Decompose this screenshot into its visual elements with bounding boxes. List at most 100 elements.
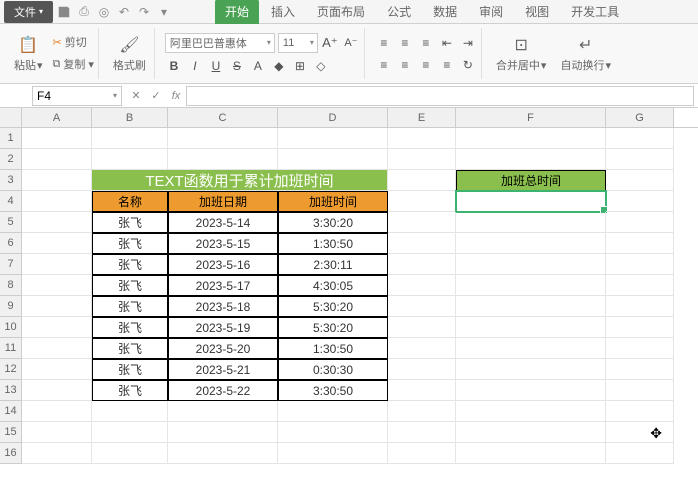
cell[interactable]: [168, 149, 278, 170]
cell[interactable]: [606, 359, 674, 380]
cell[interactable]: [278, 422, 388, 443]
col-header[interactable]: D: [278, 108, 388, 127]
cell[interactable]: [456, 254, 606, 275]
row-header[interactable]: 16: [0, 443, 22, 464]
preview-icon[interactable]: ◎: [95, 3, 113, 21]
cell[interactable]: 3:30:50: [278, 380, 388, 401]
select-all-corner[interactable]: [0, 108, 22, 127]
cell[interactable]: [388, 170, 456, 191]
cell[interactable]: [22, 296, 92, 317]
cell[interactable]: [606, 443, 674, 464]
tab-data[interactable]: 数据: [423, 0, 467, 24]
row-header[interactable]: 14: [0, 401, 22, 422]
cell[interactable]: [92, 149, 168, 170]
cell[interactable]: [22, 254, 92, 275]
row-header[interactable]: 6: [0, 233, 22, 254]
cell[interactable]: 2023-5-14: [168, 212, 278, 233]
align-top-icon[interactable]: ≡: [375, 34, 393, 52]
row-header[interactable]: 5: [0, 212, 22, 233]
cell[interactable]: 1:30:50: [278, 233, 388, 254]
cell[interactable]: [22, 149, 92, 170]
cell[interactable]: 2023-5-17: [168, 275, 278, 296]
cell[interactable]: 加班日期: [168, 191, 278, 212]
cell[interactable]: [22, 275, 92, 296]
cell[interactable]: [168, 443, 278, 464]
print-icon[interactable]: ⎙: [75, 3, 93, 21]
cell[interactable]: [388, 254, 456, 275]
cell[interactable]: 张飞: [92, 254, 168, 275]
cell[interactable]: [456, 275, 606, 296]
cell[interactable]: [456, 212, 606, 233]
underline-button[interactable]: U: [207, 57, 225, 75]
cell[interactable]: [388, 233, 456, 254]
cell[interactable]: [22, 233, 92, 254]
cell[interactable]: [606, 296, 674, 317]
cell[interactable]: [388, 443, 456, 464]
row-header[interactable]: 11: [0, 338, 22, 359]
cell[interactable]: [388, 401, 456, 422]
cell[interactable]: [606, 380, 674, 401]
copy-button[interactable]: ⧉复制▾: [53, 56, 94, 72]
italic-button[interactable]: I: [186, 57, 204, 75]
cell[interactable]: [606, 128, 674, 149]
align-center-icon[interactable]: ≡: [396, 56, 414, 74]
fill-color-button[interactable]: ◆: [270, 57, 288, 75]
cell[interactable]: [168, 401, 278, 422]
cell[interactable]: [168, 422, 278, 443]
cell[interactable]: [606, 275, 674, 296]
row-header[interactable]: 8: [0, 275, 22, 296]
cell[interactable]: 张飞: [92, 317, 168, 338]
strike-button[interactable]: S: [228, 57, 246, 75]
name-box[interactable]: F4: [32, 86, 122, 106]
cell[interactable]: 张飞: [92, 359, 168, 380]
row-header[interactable]: 9: [0, 296, 22, 317]
cell[interactable]: [278, 128, 388, 149]
grid[interactable]: 123TEXT函数用于累计加班时间加班总时间4名称加班日期加班时间5张飞2023…: [0, 128, 698, 464]
col-header[interactable]: C: [168, 108, 278, 127]
tab-formula[interactable]: 公式: [377, 0, 421, 24]
row-header[interactable]: 3: [0, 170, 22, 191]
cell[interactable]: [388, 296, 456, 317]
cell[interactable]: 2023-5-21: [168, 359, 278, 380]
cell[interactable]: [606, 338, 674, 359]
align-middle-icon[interactable]: ≡: [396, 34, 414, 52]
border-button[interactable]: ⊞: [291, 57, 309, 75]
distribute-icon[interactable]: ≡: [438, 56, 456, 74]
cell[interactable]: [606, 254, 674, 275]
row-header[interactable]: 10: [0, 317, 22, 338]
cell[interactable]: [278, 401, 388, 422]
indent-right-icon[interactable]: ⇥: [459, 34, 477, 52]
cell[interactable]: 2023-5-22: [168, 380, 278, 401]
align-right-icon[interactable]: ≡: [417, 56, 435, 74]
cell[interactable]: [92, 401, 168, 422]
cancel-formula-icon[interactable]: ✕: [126, 86, 146, 106]
formula-bar[interactable]: [186, 86, 694, 106]
col-header[interactable]: A: [22, 108, 92, 127]
tab-dev[interactable]: 开发工具: [561, 0, 629, 24]
cell[interactable]: [456, 317, 606, 338]
col-header[interactable]: G: [606, 108, 674, 127]
row-header[interactable]: 2: [0, 149, 22, 170]
cell[interactable]: [22, 128, 92, 149]
cell[interactable]: [168, 128, 278, 149]
cell[interactable]: 张飞: [92, 275, 168, 296]
cell[interactable]: [606, 212, 674, 233]
cell[interactable]: [388, 338, 456, 359]
row-header[interactable]: 4: [0, 191, 22, 212]
table-title[interactable]: TEXT函数用于累计加班时间: [92, 170, 388, 191]
decrease-font-icon[interactable]: A⁻: [342, 34, 360, 52]
row-header[interactable]: 15: [0, 422, 22, 443]
tab-start[interactable]: 开始: [215, 0, 259, 24]
cell[interactable]: [92, 422, 168, 443]
cell[interactable]: 3:30:20: [278, 212, 388, 233]
indent-left-icon[interactable]: ⇤: [438, 34, 456, 52]
cell[interactable]: [388, 149, 456, 170]
cell[interactable]: [456, 380, 606, 401]
cell[interactable]: 张飞: [92, 380, 168, 401]
cell[interactable]: [388, 422, 456, 443]
font-size-select[interactable]: 11: [278, 33, 318, 53]
cell[interactable]: [456, 422, 606, 443]
cell[interactable]: [388, 359, 456, 380]
cell[interactable]: [22, 401, 92, 422]
increase-font-icon[interactable]: A⁺: [321, 34, 339, 52]
